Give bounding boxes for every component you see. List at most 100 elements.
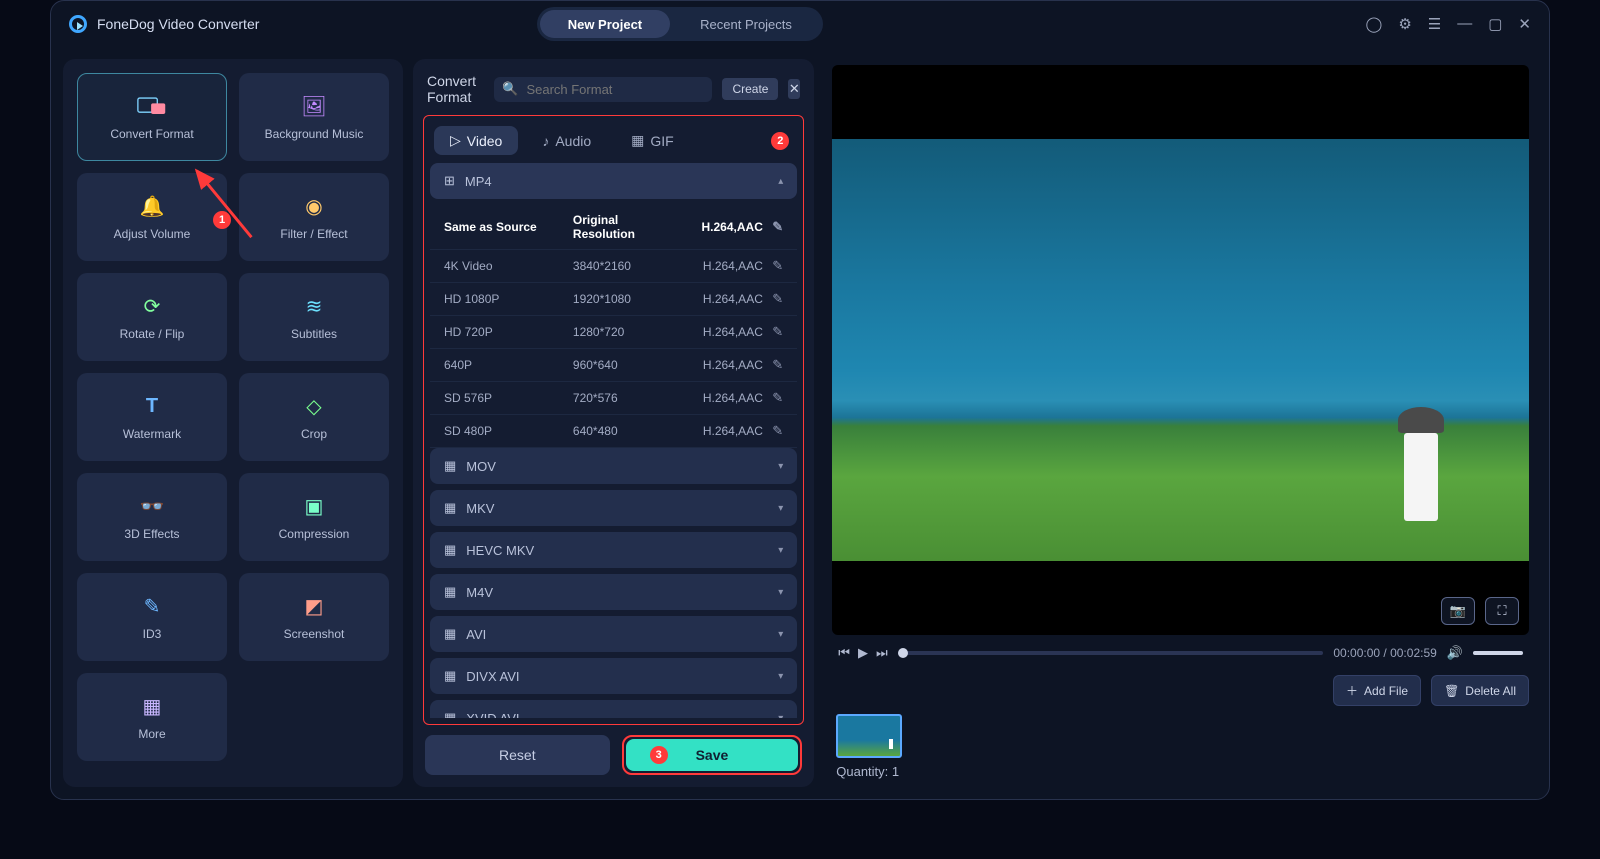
sidebar-item-watermark[interactable]: T Watermark	[77, 373, 227, 461]
resolution-size: 640*480	[573, 424, 682, 438]
format-mov[interactable]: ▦MOV▾	[430, 448, 797, 484]
sidebar-item-screenshot[interactable]: ◩ Screenshot	[239, 573, 389, 661]
resolution-row[interactable]: HD 1080P1920*1080H.264,AAC✎	[430, 283, 797, 316]
settings-icon[interactable]: ⚙	[1398, 15, 1411, 33]
filter-icon: ◉	[299, 193, 329, 219]
format-label: HEVC MKV	[466, 543, 534, 558]
resolution-codec: H.264,AAC	[681, 391, 762, 405]
menu-icon[interactable]: ☰	[1428, 15, 1441, 33]
edit-icon[interactable]: ✎	[763, 219, 783, 235]
tab-gif[interactable]: ▦ GIF	[615, 126, 690, 155]
format-xvid-avi[interactable]: ▦XVID AVI▾	[430, 700, 797, 718]
fullscreen-icon[interactable]: ⛶	[1485, 597, 1519, 625]
format-mp4[interactable]: ⊞ MP4 ▴	[430, 163, 797, 199]
format-divx-avi[interactable]: ▦DIVX AVI▾	[430, 658, 797, 694]
sidebar-item-id3[interactable]: ✎ ID3	[77, 573, 227, 661]
format-hevc-mkv[interactable]: ▦HEVC MKV▾	[430, 532, 797, 568]
edit-icon[interactable]: ✎	[763, 258, 783, 274]
edit-icon[interactable]: ✎	[763, 390, 783, 406]
chevron-down-icon: ▾	[778, 461, 783, 472]
delete-all-button[interactable]: 🗑Delete All	[1431, 675, 1529, 706]
tab-label: Video	[467, 133, 503, 149]
tab-label: Audio	[555, 133, 591, 149]
resolution-row[interactable]: SD 480P640*480H.264,AAC✎	[430, 415, 797, 448]
resolution-row[interactable]: SD 576P720*576H.264,AAC✎	[430, 382, 797, 415]
sidebar-item-label: Crop	[301, 427, 327, 441]
sidebar-item-convert-format[interactable]: Convert Format	[77, 73, 227, 161]
sidebar-item-background-music[interactable]: 🖼 Background Music	[239, 73, 389, 161]
annotation-frame-save: 3 Save	[622, 735, 803, 775]
resolution-name: Same as Source	[444, 220, 573, 234]
format-icon: ▦	[444, 584, 456, 600]
snapshot-icon[interactable]: 📷	[1441, 597, 1475, 625]
volume-slider[interactable]	[1473, 651, 1523, 655]
tab-audio[interactable]: ♪ Audio	[526, 127, 607, 155]
close-icon[interactable]: ✕	[1518, 15, 1531, 33]
resolution-row[interactable]: HD 720P1280*720H.264,AAC✎	[430, 316, 797, 349]
screenshot-icon: ◩	[299, 593, 329, 619]
3d-icon: 👓	[137, 493, 167, 519]
search-icon: 🔍	[502, 81, 518, 97]
video-icon: ▷	[450, 132, 461, 149]
resolution-codec: H.264,AAC	[681, 220, 762, 234]
format-list[interactable]: ⊞ MP4 ▴ Same as SourceOriginal Resolutio…	[430, 163, 797, 718]
reset-button[interactable]: Reset	[425, 735, 610, 775]
resolution-codec: H.264,AAC	[681, 358, 762, 372]
edit-icon[interactable]: ✎	[763, 357, 783, 373]
resolution-size: 1280*720	[573, 325, 682, 339]
minimize-icon[interactable]: —	[1457, 15, 1472, 33]
panel-title: Convert Format	[427, 73, 484, 105]
sidebar-item-filter-effect[interactable]: ◉ Filter / Effect	[239, 173, 389, 261]
edit-icon[interactable]: ✎	[763, 291, 783, 307]
sidebar-item-label: ID3	[143, 627, 162, 641]
edit-icon[interactable]: ✎	[763, 324, 783, 340]
edit-icon[interactable]: ✎	[763, 423, 783, 439]
sidebar-item-label: Adjust Volume	[114, 227, 191, 241]
seek-handle[interactable]	[898, 648, 908, 658]
save-label: Save	[696, 747, 729, 763]
tab-video[interactable]: ▷ Video	[434, 126, 518, 155]
format-mkv[interactable]: ▦MKV▾	[430, 490, 797, 526]
resolution-row[interactable]: 640P960*640H.264,AAC✎	[430, 349, 797, 382]
sidebar-item-compression[interactable]: ▣ Compression	[239, 473, 389, 561]
sidebar-item-3d-effects[interactable]: 👓 3D Effects	[77, 473, 227, 561]
sidebar-item-rotate-flip[interactable]: ⟳ Rotate / Flip	[77, 273, 227, 361]
video-preview[interactable]: 📷 ⛶	[832, 65, 1529, 635]
seek-bar[interactable]	[898, 651, 1324, 655]
quantity-label: Quantity:	[836, 764, 888, 779]
add-file-button[interactable]: ＋Add File	[1333, 675, 1421, 706]
resolution-row[interactable]: 4K Video3840*2160H.264,AAC✎	[430, 250, 797, 283]
sidebar-item-subtitles[interactable]: ≋ Subtitles	[239, 273, 389, 361]
create-button[interactable]: Create	[722, 78, 778, 100]
sidebar-item-more[interactable]: ▦ More	[77, 673, 227, 761]
sidebar-item-adjust-volume[interactable]: 🔔 Adjust Volume	[77, 173, 227, 261]
time-display: 00:00:00 / 00:02:59	[1333, 646, 1436, 660]
sidebar-item-label: Rotate / Flip	[120, 327, 185, 341]
prev-icon[interactable]: ⏮	[838, 645, 850, 661]
sidebar-item-label: Compression	[279, 527, 350, 541]
volume-icon[interactable]: 🔊	[1447, 645, 1463, 661]
sidebar-item-label: Watermark	[123, 427, 181, 441]
sidebar-item-crop[interactable]: ◇ Crop	[239, 373, 389, 461]
format-label: MOV	[466, 459, 496, 474]
tab-recent-projects[interactable]: Recent Projects	[672, 10, 820, 38]
resolution-codec: H.264,AAC	[681, 424, 762, 438]
clip-thumbnail[interactable]	[836, 714, 902, 758]
search-format[interactable]: 🔍	[494, 77, 712, 102]
maximize-icon[interactable]: ▢	[1488, 15, 1502, 33]
next-icon[interactable]: ⏭	[876, 645, 888, 661]
format-avi[interactable]: ▦AVI▾	[430, 616, 797, 652]
play-icon[interactable]: ▶	[858, 645, 868, 661]
sidebar: Convert Format 🖼 Background Music 🔔 Adju…	[63, 59, 403, 787]
tab-new-project[interactable]: New Project	[540, 10, 670, 38]
save-button[interactable]: 3 Save	[626, 739, 799, 771]
app-logo-icon	[69, 15, 87, 33]
account-icon[interactable]: ◯	[1366, 15, 1383, 33]
sidebar-item-label: Convert Format	[110, 127, 193, 141]
panel-close-icon[interactable]: ✕	[788, 79, 800, 99]
more-icon: ▦	[137, 693, 167, 719]
resolution-row[interactable]: Same as SourceOriginal ResolutionH.264,A…	[430, 205, 797, 250]
search-input[interactable]	[524, 81, 704, 98]
sidebar-item-label: Screenshot	[284, 627, 345, 641]
format-m4v[interactable]: ▦M4V▾	[430, 574, 797, 610]
